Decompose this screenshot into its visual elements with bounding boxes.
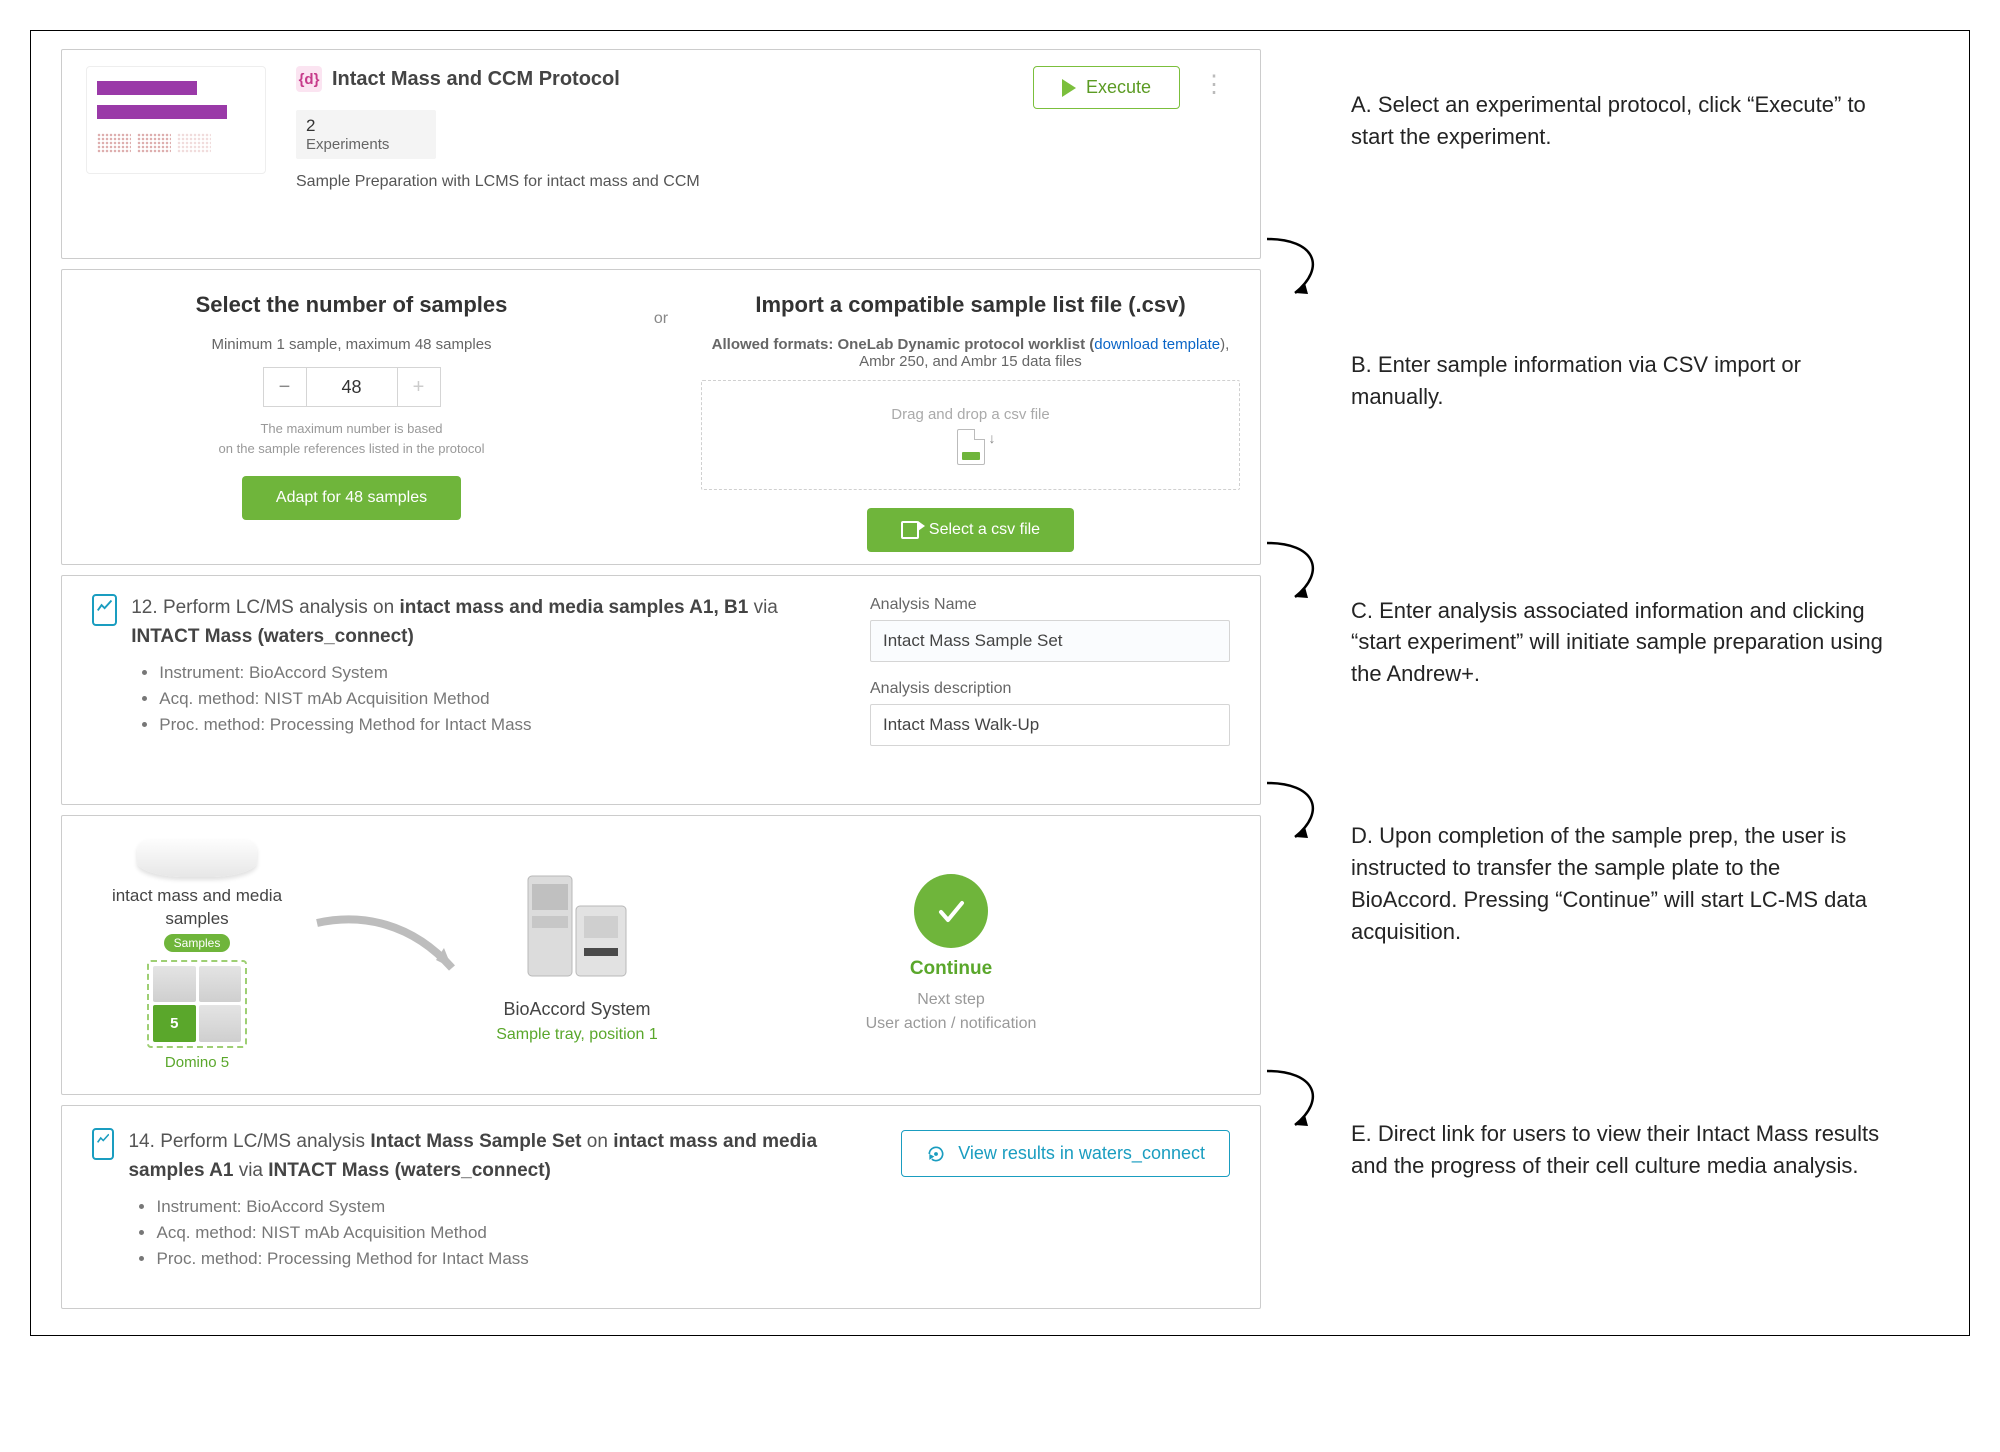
- step-c-details: Instrument: BioAccord System Acq. method…: [159, 663, 840, 735]
- panel-step-b: Select the number of samples Minimum 1 s…: [61, 269, 1261, 565]
- panel-step-e: 14. Perform LC/MS analysis Intact Mass S…: [61, 1105, 1261, 1309]
- protocol-thumbnail: [86, 66, 266, 174]
- annotation-b: B. Enter sample information via CSV impo…: [1351, 349, 1891, 413]
- annotation-a: A. Select an experimental protocol, clic…: [1351, 89, 1891, 153]
- panel-step-c: 12. Perform LC/MS analysis on intact mas…: [61, 575, 1261, 805]
- continue-button[interactable]: Continue: [682, 958, 1220, 980]
- analysis-desc-label: Analysis description: [870, 680, 1230, 698]
- export-icon: [901, 521, 919, 539]
- analysis-name-label: Analysis Name: [870, 596, 1230, 614]
- view-results-button[interactable]: View results in waters_connect: [901, 1130, 1230, 1177]
- csv-file-icon: ↓: [957, 429, 985, 465]
- increment-button[interactable]: +: [397, 367, 441, 407]
- step-c-title: 12. Perform LC/MS analysis on intact mas…: [131, 594, 840, 651]
- adapt-button[interactable]: Adapt for 48 samples: [242, 476, 461, 520]
- experiments-count-box: 2 Experiments: [296, 110, 436, 159]
- step-e-details: Instrument: BioAccord System Acq. method…: [156, 1197, 865, 1269]
- sample-count-stepper[interactable]: − 48 +: [82, 367, 621, 407]
- analysis-desc-input[interactable]: [870, 704, 1230, 746]
- domino-label: Domino 5: [102, 1054, 292, 1071]
- annotation-e: E. Direct link for users to view their I…: [1351, 1118, 1891, 1182]
- continue-sub: Next step User action / notification: [682, 988, 1220, 1036]
- plate-label: intact mass and media samples: [102, 885, 292, 929]
- plate-icon: [137, 839, 257, 877]
- success-check-icon: [914, 874, 988, 948]
- panel-step-d: intact mass and media samples Samples Do…: [61, 815, 1261, 1095]
- flow-arrows: [1271, 49, 1341, 1309]
- drop-text: Drag and drop a csv file: [891, 406, 1049, 423]
- download-template-link[interactable]: download template: [1094, 336, 1220, 353]
- panel-step-a: {d} Intact Mass and CCM Protocol 2 Exper…: [61, 49, 1261, 259]
- decrement-button[interactable]: −: [263, 367, 307, 407]
- select-csv-button[interactable]: Select a csv file: [867, 508, 1074, 552]
- protocol-icon: {d}: [296, 66, 322, 92]
- analysis-icon: [92, 1128, 114, 1160]
- execute-label: Execute: [1086, 77, 1151, 98]
- play-icon: [1062, 79, 1076, 97]
- refresh-icon: [926, 1144, 946, 1164]
- analysis-icon: [92, 594, 117, 626]
- experiments-label: Experiments: [306, 136, 426, 153]
- annotation-d: D. Upon completion of the sample prep, t…: [1351, 820, 1891, 948]
- sample-count-value[interactable]: 48: [307, 367, 397, 407]
- select-samples-heading: Select the number of samples: [82, 292, 621, 318]
- import-heading: Import a compatible sample list file (.c…: [701, 292, 1240, 318]
- csv-dropzone[interactable]: Drag and drop a csv file ↓: [701, 380, 1240, 490]
- analysis-name-input[interactable]: [870, 620, 1230, 662]
- experiments-count: 2: [306, 116, 426, 136]
- protocol-title: Intact Mass and CCM Protocol: [332, 68, 620, 91]
- overflow-menu-icon[interactable]: ⋮: [1192, 66, 1236, 103]
- system-label: BioAccord System: [482, 999, 672, 1020]
- transfer-arrow-icon: [302, 908, 472, 1003]
- position-label: Sample tray, position 1: [482, 1026, 672, 1044]
- annotation-c: C. Enter analysis associated information…: [1351, 595, 1891, 691]
- domino-layout: [147, 960, 247, 1048]
- protocol-description: Sample Preparation with LCMS for intact …: [296, 173, 1003, 191]
- or-separator: or: [641, 270, 681, 564]
- import-sub: Allowed formats: OneLab Dynamic protocol…: [701, 336, 1240, 370]
- step-e-title: 14. Perform LC/MS analysis Intact Mass S…: [128, 1128, 865, 1185]
- select-samples-sub: Minimum 1 sample, maximum 48 samples: [82, 336, 621, 353]
- samples-tag: Samples: [164, 934, 231, 952]
- sample-note: The maximum number is based on the sampl…: [82, 419, 621, 458]
- instrument-icon: [522, 866, 632, 986]
- execute-button[interactable]: Execute: [1033, 66, 1180, 109]
